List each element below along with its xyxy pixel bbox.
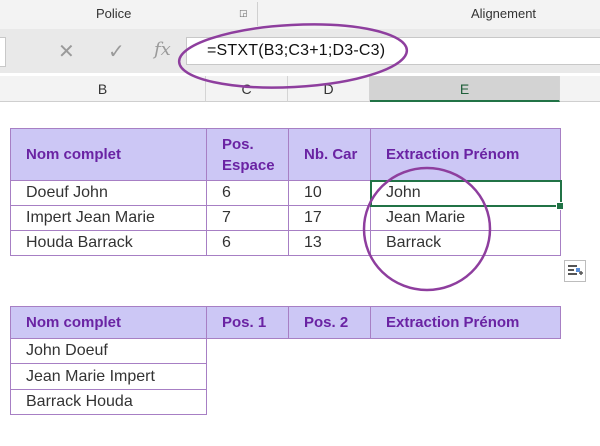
- table-extraction-1: Nom complet Pos. Espace Nb. Car Extractio…: [10, 128, 562, 256]
- header2-pos-1[interactable]: Pos. 1: [206, 306, 289, 339]
- formula-bar: ✕ ✓ fx =STXT(B3;C3+1;D3-C3): [0, 29, 600, 73]
- column-header-b[interactable]: B: [0, 76, 206, 102]
- ribbon-group-police: Police: [96, 6, 132, 21]
- table-row: Houda Barrack 6 13 Barrack: [10, 230, 561, 256]
- cell-e5[interactable]: Barrack: [370, 230, 561, 256]
- formula-buttons: ✕ ✓ fx: [38, 37, 178, 65]
- column-header-c[interactable]: C: [206, 76, 288, 102]
- cell-e3-selected[interactable]: John: [369, 179, 562, 207]
- cell-b3[interactable]: Doeuf John: [10, 180, 207, 206]
- insert-function-icon[interactable]: fx: [154, 39, 171, 60]
- name-box[interactable]: [0, 37, 6, 67]
- header-extraction-prenom[interactable]: Extraction Prénom: [370, 128, 561, 181]
- ribbon-separator: [257, 2, 258, 26]
- header-pos-espace-line1: Pos.: [222, 135, 254, 153]
- table-extraction-2: Nom complet Pos. 1 Pos. 2 Extraction Pré…: [10, 306, 561, 415]
- ribbon-group-bar: Police ◲ Alignement: [0, 0, 600, 30]
- header-nb-car[interactable]: Nb. Car: [288, 128, 371, 181]
- column-header-d[interactable]: D: [288, 76, 370, 102]
- quick-analysis-glyph: [568, 265, 583, 275]
- dialog-launcher-icon[interactable]: ◲: [239, 9, 248, 18]
- cell2-b-row2[interactable]: Jean Marie Impert: [10, 363, 207, 390]
- table-row: Barrack Houda: [10, 389, 561, 415]
- header2-extraction-prenom[interactable]: Extraction Prénom: [370, 306, 561, 339]
- cancel-icon[interactable]: ✕: [58, 39, 75, 64]
- column-header-next[interactable]: [560, 76, 600, 102]
- table-row: Doeuf John 6 10 John: [10, 179, 562, 207]
- cell-d5[interactable]: 13: [288, 230, 371, 256]
- cell2-b-row3[interactable]: Barrack Houda: [10, 389, 207, 415]
- header-pos-espace[interactable]: Pos. Espace: [206, 128, 289, 181]
- cell-d3[interactable]: 10: [288, 180, 371, 206]
- cell-c5[interactable]: 6: [206, 230, 289, 256]
- header2-nom-complet[interactable]: Nom complet: [10, 306, 207, 339]
- formula-text: =STXT(B3;C3+1;D3-C3): [207, 42, 386, 59]
- header2-pos-2[interactable]: Pos. 2: [288, 306, 371, 339]
- enter-check-icon[interactable]: ✓: [108, 39, 125, 64]
- quick-analysis-icon[interactable]: [564, 260, 586, 282]
- table-row: Impert Jean Marie 7 17 Jean Marie: [10, 205, 561, 231]
- ribbon-group-alignement: Alignement: [471, 6, 537, 21]
- cell-b4[interactable]: Impert Jean Marie: [10, 205, 207, 231]
- table-row: John Doeuf: [10, 338, 561, 364]
- cell-c3[interactable]: 6: [206, 180, 289, 206]
- fill-handle[interactable]: [556, 202, 564, 210]
- cell-c4[interactable]: 7: [206, 205, 289, 231]
- column-header-e[interactable]: E: [370, 76, 560, 102]
- header-pos-espace-line2: Espace: [222, 156, 275, 174]
- header-nom-complet[interactable]: Nom complet: [10, 128, 207, 181]
- cell-d4[interactable]: 17: [288, 205, 371, 231]
- formula-input[interactable]: =STXT(B3;C3+1;D3-C3): [186, 37, 600, 65]
- cell2-b-row1[interactable]: John Doeuf: [10, 338, 207, 364]
- cell-e4[interactable]: Jean Marie: [370, 205, 561, 231]
- table-row: Jean Marie Impert: [10, 363, 561, 390]
- cell-b5[interactable]: Houda Barrack: [10, 230, 207, 256]
